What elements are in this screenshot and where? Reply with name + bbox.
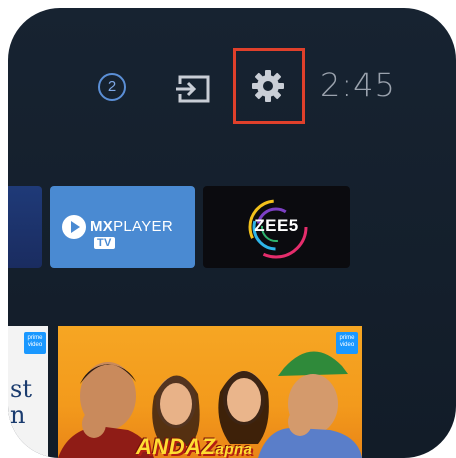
app-tile-partial[interactable] (8, 186, 42, 268)
partial-card-title: st n (10, 375, 32, 429)
status-bar: 2 2:45 (8, 8, 456, 138)
clock: 2:45 (320, 66, 396, 104)
app-tile-zee5[interactable]: ZEE5 (203, 186, 350, 268)
notification-badge[interactable]: 2 (98, 73, 126, 101)
tv-home-screen: 2 2:45 MXPLAYERTV ZEE5 prime video st n … (8, 8, 456, 458)
prime-video-badge: prime video (24, 332, 46, 354)
zee5-label: ZEE5 (254, 216, 299, 235)
poster-title: ANDAZapna (136, 434, 253, 458)
mx-player-logo-icon (62, 215, 86, 239)
input-source-icon[interactable] (174, 74, 212, 104)
content-card-partial[interactable]: prime video st n (8, 326, 48, 458)
content-card-andaz-apna[interactable]: prime video ANDAZapna (58, 326, 362, 458)
prime-video-badge: prime video (336, 332, 358, 354)
mx-player-label: MXPLAYERTV (90, 218, 173, 249)
gear-icon[interactable] (250, 68, 286, 104)
app-tile-mx-player[interactable]: MXPLAYERTV (50, 186, 195, 268)
